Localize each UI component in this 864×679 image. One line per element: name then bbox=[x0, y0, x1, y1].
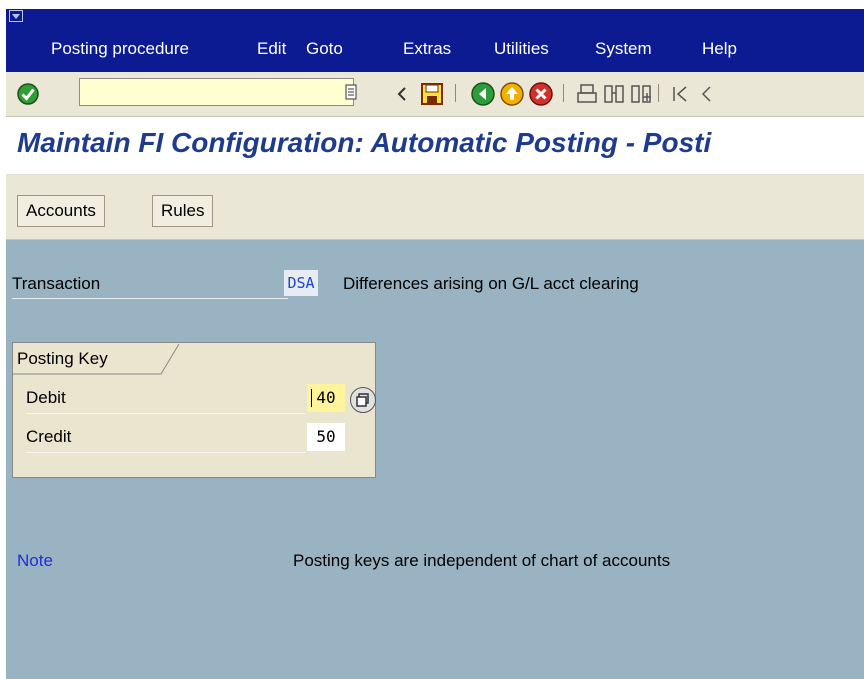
previous-page-icon[interactable] bbox=[696, 83, 718, 105]
exit-icon[interactable] bbox=[499, 81, 525, 107]
transaction-description: Differences arising on G/L acct clearing bbox=[343, 274, 639, 293]
menu-help[interactable]: Help bbox=[702, 37, 737, 61]
debit-label: Debit bbox=[26, 383, 306, 414]
first-page-icon[interactable] bbox=[670, 83, 692, 105]
debit-field[interactable]: 40 bbox=[307, 384, 345, 412]
credit-label: Credit bbox=[26, 422, 306, 453]
toolbar-separator bbox=[455, 84, 456, 102]
toolbar-separator bbox=[563, 84, 564, 102]
title-bar: Maintain FI Configuration: Automatic Pos… bbox=[6, 117, 864, 175]
menu-extras[interactable]: Extras bbox=[403, 37, 451, 61]
rules-button[interactable]: Rules bbox=[152, 195, 214, 227]
menu-posting-procedure[interactable]: Posting procedure bbox=[51, 37, 189, 61]
page-title: Maintain FI Configuration: Automatic Pos… bbox=[17, 127, 712, 158]
application-toolbar: Accounts Rules bbox=[6, 175, 864, 240]
menu-edit[interactable]: Edit bbox=[257, 37, 286, 61]
command-history-icon[interactable] bbox=[345, 84, 357, 100]
main-area: Transaction DSA Differences arising on G… bbox=[6, 240, 864, 679]
text-cursor bbox=[311, 389, 312, 407]
find-icon[interactable] bbox=[603, 83, 625, 105]
transaction-label: Transaction bbox=[12, 270, 288, 299]
command-field[interactable] bbox=[79, 78, 354, 106]
cancel-icon[interactable] bbox=[528, 81, 554, 107]
note-text: Posting keys are independent of chart of… bbox=[293, 551, 671, 570]
back-icon[interactable] bbox=[470, 81, 496, 107]
credit-field[interactable]: 50 bbox=[307, 423, 345, 451]
transaction-code: DSA bbox=[284, 270, 318, 296]
back-arrow-icon[interactable] bbox=[397, 86, 407, 102]
debit-value: 40 bbox=[316, 388, 336, 407]
value-help-button[interactable] bbox=[350, 387, 376, 413]
accounts-button[interactable]: Accounts bbox=[17, 195, 105, 227]
note-label: Note bbox=[17, 551, 53, 570]
enter-icon[interactable] bbox=[16, 82, 40, 106]
menu-utilities[interactable]: Utilities bbox=[494, 37, 549, 61]
standard-toolbar bbox=[6, 72, 864, 117]
save-icon[interactable] bbox=[420, 82, 444, 106]
menu-bar: Posting procedure Edit Goto Extras Utili… bbox=[6, 9, 864, 72]
system-menu-icon[interactable] bbox=[9, 10, 25, 23]
posting-key-group: Posting Key Debit 40 Credit 50 bbox=[12, 342, 376, 478]
menu-system[interactable]: System bbox=[595, 37, 652, 61]
posting-key-title: Posting Key bbox=[17, 349, 108, 368]
sap-window: Posting procedure Edit Goto Extras Utili… bbox=[6, 9, 864, 679]
print-icon[interactable] bbox=[576, 83, 598, 105]
menu-goto[interactable]: Goto bbox=[306, 37, 343, 61]
value-help-icon bbox=[356, 393, 369, 407]
find-next-icon[interactable] bbox=[630, 83, 652, 105]
toolbar-separator bbox=[658, 84, 659, 102]
